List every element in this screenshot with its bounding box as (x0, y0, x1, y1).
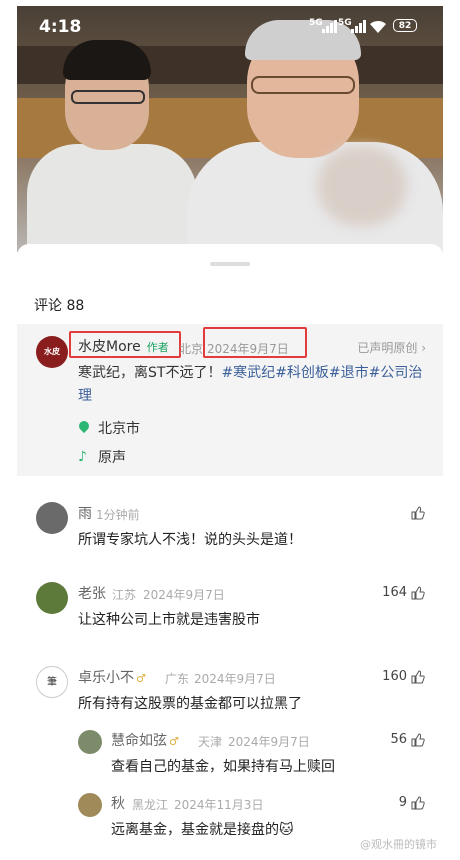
post-plain-text: 寒武纪，离ST不远了！ (78, 365, 222, 381)
like-count: 9 (398, 795, 407, 810)
video-person-right (187, 12, 443, 252)
drag-handle[interactable] (210, 262, 250, 266)
sound-row[interactable]: ♪ 原声 (78, 447, 126, 467)
video-person-left (27, 36, 197, 252)
status-bar: 4:18 5G 5G 82 (17, 6, 443, 46)
comment-time: 2024年9月7日 (194, 672, 276, 686)
like-thumb-icon[interactable] (411, 732, 425, 747)
person-right-glasses (251, 76, 355, 94)
video-blur-patch (317, 146, 407, 226)
commenter-avatar[interactable]: 筆 (36, 666, 68, 698)
author-region: 北京 (179, 342, 204, 356)
author-avatar[interactable]: 水皮 (36, 336, 68, 368)
person-left-glasses (71, 90, 145, 104)
video-player[interactable]: 4:18 5G 5G 82 (17, 6, 443, 252)
like-count: 56 (390, 732, 407, 747)
screen: 4:18 5G 5G 82 评论 88 水皮 水皮More 作者 北京 2024年… (17, 6, 443, 860)
comment-text: 查看自己的基金，如果持有马上赎回 (111, 759, 335, 775)
sound-text: 原声 (98, 450, 126, 466)
original-declared-link[interactable]: 已声明原创 › (357, 339, 426, 356)
status-time: 4:18 (39, 17, 82, 37)
like-control[interactable]: 160 (382, 669, 425, 684)
comment-text: 所谓专家坑人不浅！说的头头是道！ (78, 532, 302, 548)
like-thumb-icon[interactable] (411, 669, 425, 684)
person-left-hair (63, 40, 151, 80)
signal-icon (322, 20, 337, 33)
comment-text: 让这种公司上市就是违害股市 (78, 612, 260, 628)
like-thumb-icon[interactable] (411, 795, 425, 810)
comment-time: 2024年11月3日 (174, 798, 264, 812)
replier-avatar[interactable] (78, 793, 102, 817)
comment-region: 江苏 (112, 588, 137, 602)
highlight-box-date (203, 327, 307, 358)
commenter-avatar[interactable] (36, 502, 68, 534)
like-thumb-icon[interactable] (411, 585, 425, 600)
location-text: 北京市 (98, 421, 140, 437)
phone-frame: 4:18 5G 5G 82 评论 88 水皮 水皮More 作者 北京 2024年… (0, 0, 460, 860)
comment-count-title: 评论 88 (34, 298, 85, 314)
replier-name[interactable]: 慧命如弦 (111, 733, 167, 749)
replier-name-row[interactable]: 慧命如弦 ♂ (111, 730, 179, 750)
wifi-icon (370, 20, 386, 33)
comment-time: 2024年9月7日 (228, 735, 310, 749)
commenter-name[interactable]: 雨 (78, 503, 92, 523)
gender-icon: ♂ (136, 672, 146, 685)
commenter-name[interactable]: 卓乐小不 (78, 670, 134, 686)
author-post: 水皮 水皮More 作者 北京 2024年9月7日 已声明原创 › 寒武纪，离ST… (17, 324, 443, 476)
gender-icon: ♂ (169, 735, 179, 748)
sim2-label: 5G (338, 18, 352, 28)
music-note-icon: ♪ (78, 449, 87, 465)
author-post-text: 寒武纪，离ST不远了！#寒武纪#科创板#退市#公司治理 (78, 362, 428, 408)
hashtag[interactable]: #寒武纪 (221, 365, 275, 381)
comment-region: 黑龙江 (132, 798, 169, 812)
location-row[interactable]: 北京市 (78, 418, 140, 438)
like-control[interactable]: 56 (390, 732, 425, 747)
comment-time: 2024年9月7日 (143, 588, 225, 602)
like-thumb-icon[interactable] (411, 506, 425, 520)
commenter-avatar[interactable] (36, 582, 68, 614)
commenter-name-row[interactable]: 卓乐小不 ♂ (78, 667, 146, 687)
comment-text: 所有持有这股票的基金都可以拉黑了 (78, 696, 302, 712)
replier-name[interactable]: 秋 (111, 793, 125, 813)
replier-avatar[interactable] (78, 730, 102, 754)
hashtag[interactable]: #退市 (329, 365, 369, 381)
comment-region: 天津 (198, 735, 223, 749)
like-count: 160 (382, 669, 407, 684)
sim1-label: 5G (309, 18, 323, 28)
highlight-box-name (69, 331, 181, 358)
battery-icon: 82 (393, 19, 417, 32)
signal-icon-2 (351, 20, 366, 33)
like-count: 164 (382, 585, 407, 600)
person-left-body (27, 144, 197, 252)
like-control[interactable]: 9 (399, 795, 425, 810)
location-pin-icon (78, 421, 90, 435)
comment-sheet: 评论 88 水皮 水皮More 作者 北京 2024年9月7日 已声明原创 › 寒… (17, 244, 443, 860)
hashtag[interactable]: #科创板 (275, 365, 329, 381)
commenter-name[interactable]: 老张 (78, 583, 106, 603)
comment-time: 1分钟前 (96, 508, 140, 522)
comment-region: 广东 (165, 672, 190, 686)
like-control[interactable]: 164 (382, 585, 425, 600)
comment-text: 远离基金，基金就是接盘的🐱 (111, 822, 294, 838)
watermark: @观水冊的镜市 (360, 838, 437, 851)
